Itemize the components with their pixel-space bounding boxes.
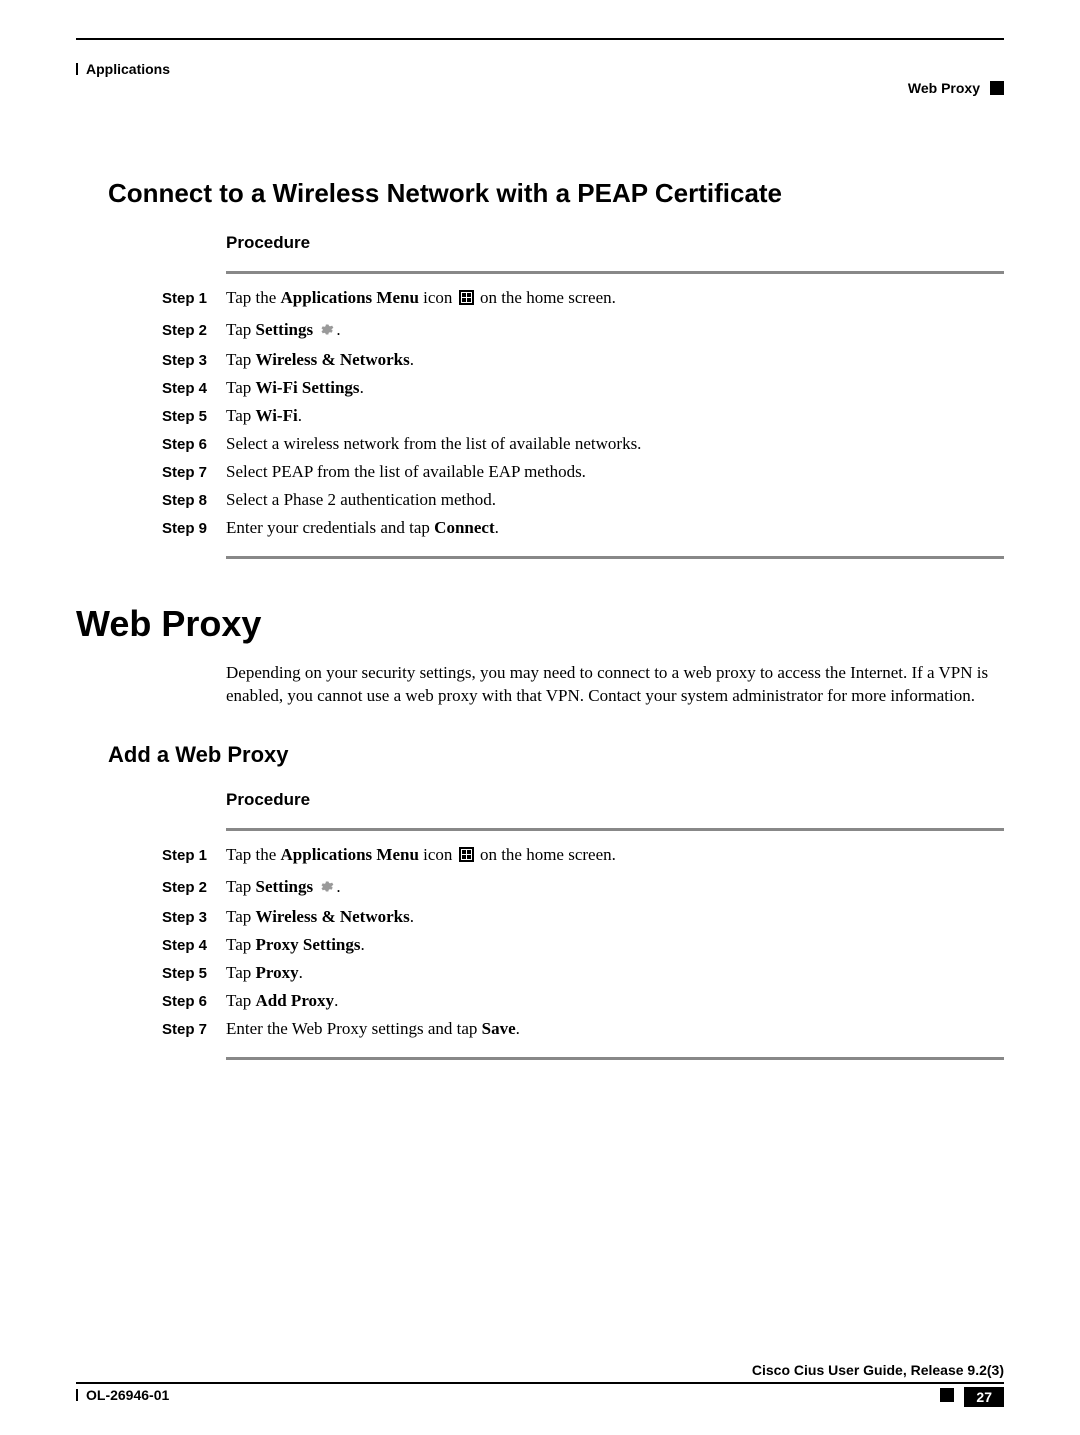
step-label: Step 3 bbox=[162, 352, 226, 369]
bold-term: Proxy Settings bbox=[256, 935, 361, 954]
step-body: Tap Wireless & Networks. bbox=[226, 907, 414, 927]
footer-rule bbox=[76, 1382, 1004, 1384]
step-label: Step 4 bbox=[162, 937, 226, 954]
step-label: Step 5 bbox=[162, 965, 226, 982]
step-label: Step 7 bbox=[162, 464, 226, 481]
step-body: Tap Wi-Fi Settings. bbox=[226, 378, 364, 398]
step-row: Step 7Select PEAP from the list of avail… bbox=[162, 458, 1004, 486]
bold-term: Settings bbox=[256, 877, 314, 896]
bold-term: Save bbox=[482, 1019, 516, 1038]
step-row: Step 6Select a wireless network from the… bbox=[162, 430, 1004, 458]
bold-term: Applications Menu bbox=[281, 288, 419, 307]
procedure-label-1: Procedure bbox=[226, 233, 1004, 253]
bold-term: Applications Menu bbox=[281, 845, 419, 864]
header-section: Web Proxy bbox=[908, 80, 1004, 96]
bold-term: Proxy bbox=[256, 963, 299, 982]
step-label: Step 8 bbox=[162, 492, 226, 509]
bold-term: Wireless & Networks bbox=[256, 350, 410, 369]
footer-doc-id-text: OL-26946-01 bbox=[86, 1387, 169, 1403]
bold-term: Wireless & Networks bbox=[256, 907, 410, 926]
footer-square-icon bbox=[940, 1388, 954, 1402]
procedure-label-2: Procedure bbox=[226, 790, 1004, 810]
step-label: Step 6 bbox=[162, 993, 226, 1010]
footer-guide-title: Cisco Cius User Guide, Release 9.2(3) bbox=[76, 1362, 1004, 1378]
header-square-icon bbox=[990, 81, 1004, 95]
footer-page-number-box: 27 bbox=[940, 1387, 1004, 1407]
step-row: Step 8Select a Phase 2 authentication me… bbox=[162, 486, 1004, 514]
header-chapter-text: Applications bbox=[86, 61, 170, 77]
step-body: Tap Wi-Fi. bbox=[226, 406, 302, 426]
header-chapter: Applications bbox=[76, 61, 170, 77]
page-header: Applications Web Proxy bbox=[76, 38, 1004, 98]
step-label: Step 7 bbox=[162, 1021, 226, 1038]
step-row: Step 6Tap Add Proxy. bbox=[162, 987, 1004, 1015]
gear-icon bbox=[319, 322, 334, 337]
step-row: Step 5Tap Proxy. bbox=[162, 959, 1004, 987]
bold-term: Connect bbox=[434, 518, 494, 537]
heading-peap: Connect to a Wireless Network with a PEA… bbox=[108, 178, 1004, 209]
header-section-text: Web Proxy bbox=[908, 80, 980, 96]
step-row: Step 1Tap the Applications Menu icon on … bbox=[162, 839, 1004, 871]
step-body: Select PEAP from the list of available E… bbox=[226, 462, 586, 482]
step-row: Step 7Enter the Web Proxy settings and t… bbox=[162, 1015, 1004, 1043]
step-label: Step 1 bbox=[162, 290, 226, 307]
step-body: Tap Settings . bbox=[226, 320, 341, 340]
step-label: Step 2 bbox=[162, 879, 226, 896]
procedure-end-rule-1 bbox=[226, 556, 1004, 559]
apps-menu-icon bbox=[459, 847, 474, 862]
gear-icon bbox=[319, 879, 334, 894]
step-body: Tap Add Proxy. bbox=[226, 991, 338, 1011]
step-label: Step 6 bbox=[162, 436, 226, 453]
step-label: Step 4 bbox=[162, 380, 226, 397]
step-body: Tap Settings . bbox=[226, 877, 341, 897]
step-row: Step 4Tap Wi-Fi Settings. bbox=[162, 374, 1004, 402]
procedure-start-rule-1 bbox=[226, 271, 1004, 274]
step-row: Step 4Tap Proxy Settings. bbox=[162, 931, 1004, 959]
step-body: Tap Proxy Settings. bbox=[226, 935, 365, 955]
apps-menu-icon bbox=[459, 290, 474, 305]
heading-add-web-proxy: Add a Web Proxy bbox=[108, 742, 1004, 768]
step-body: Tap Proxy. bbox=[226, 963, 303, 983]
step-body: Select a Phase 2 authentication method. bbox=[226, 490, 496, 510]
step-body: Tap the Applications Menu icon on the ho… bbox=[226, 845, 616, 865]
step-row: Step 3Tap Wireless & Networks. bbox=[162, 903, 1004, 931]
bold-term: Wi-Fi Settings bbox=[256, 378, 360, 397]
web-proxy-body: Depending on your security settings, you… bbox=[226, 662, 1004, 708]
step-body: Enter your credentials and tap Connect. bbox=[226, 518, 499, 538]
procedure-steps-2: Step 1Tap the Applications Menu icon on … bbox=[162, 839, 1004, 1043]
footer-tick-mark bbox=[76, 1389, 78, 1401]
step-body: Enter the Web Proxy settings and tap Sav… bbox=[226, 1019, 520, 1039]
header-rule bbox=[76, 38, 1004, 40]
step-row: Step 1Tap the Applications Menu icon on … bbox=[162, 282, 1004, 314]
footer-page-number: 27 bbox=[964, 1387, 1004, 1407]
footer-doc-id: OL-26946-01 bbox=[76, 1387, 169, 1403]
step-label: Step 5 bbox=[162, 408, 226, 425]
page-footer: Cisco Cius User Guide, Release 9.2(3) OL… bbox=[76, 1362, 1004, 1407]
bold-term: Wi-Fi bbox=[256, 406, 298, 425]
step-row: Step 2Tap Settings . bbox=[162, 871, 1004, 903]
step-body: Tap Wireless & Networks. bbox=[226, 350, 414, 370]
step-row: Step 9Enter your credentials and tap Con… bbox=[162, 514, 1004, 542]
procedure-end-rule-2 bbox=[226, 1057, 1004, 1060]
heading-web-proxy: Web Proxy bbox=[76, 603, 1004, 645]
step-row: Step 5Tap Wi-Fi. bbox=[162, 402, 1004, 430]
procedure-start-rule-2 bbox=[226, 828, 1004, 831]
step-row: Step 2Tap Settings . bbox=[162, 314, 1004, 346]
step-label: Step 1 bbox=[162, 847, 226, 864]
procedure-steps-1: Step 1Tap the Applications Menu icon on … bbox=[162, 282, 1004, 542]
step-label: Step 2 bbox=[162, 322, 226, 339]
bold-term: Settings bbox=[256, 320, 314, 339]
step-body: Tap the Applications Menu icon on the ho… bbox=[226, 288, 616, 308]
step-row: Step 3Tap Wireless & Networks. bbox=[162, 346, 1004, 374]
step-label: Step 9 bbox=[162, 520, 226, 537]
header-tick-mark bbox=[76, 63, 78, 75]
step-body: Select a wireless network from the list … bbox=[226, 434, 641, 454]
bold-term: Add Proxy bbox=[256, 991, 335, 1010]
step-label: Step 3 bbox=[162, 909, 226, 926]
